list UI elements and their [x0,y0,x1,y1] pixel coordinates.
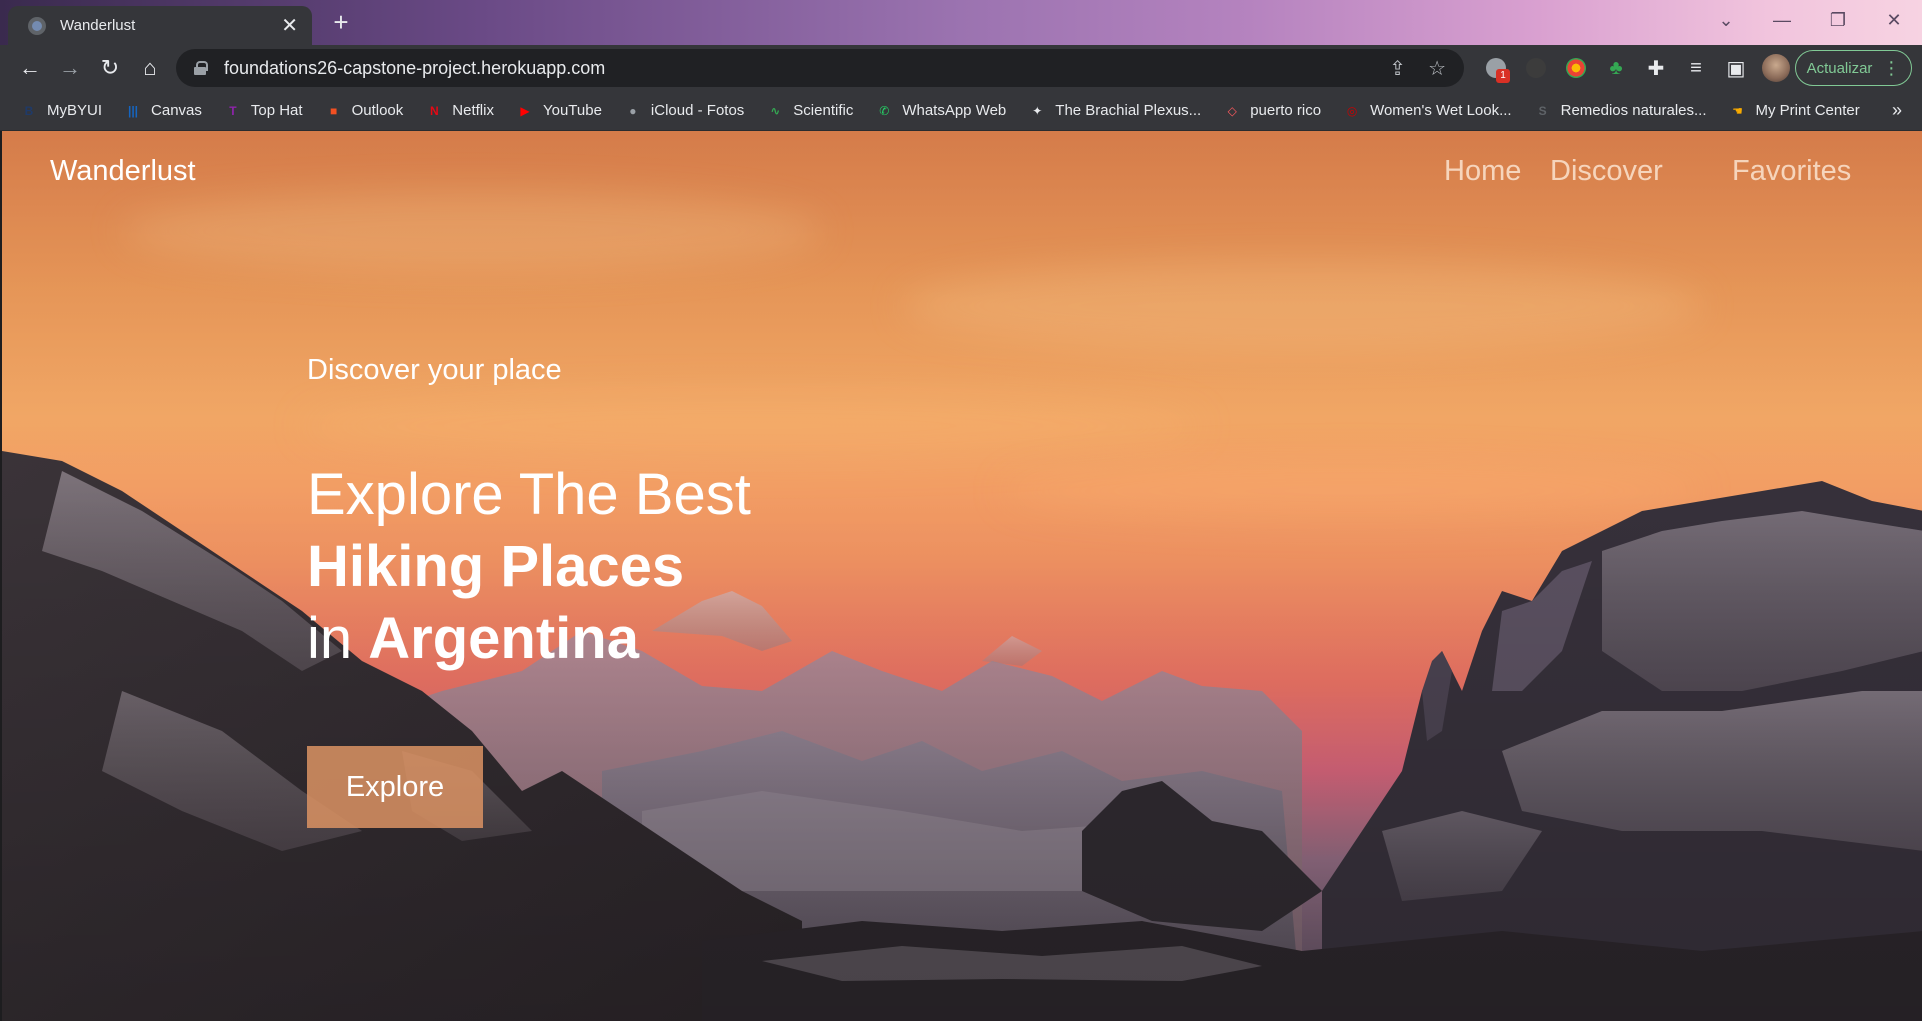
bookmark-item[interactable]: ● iCloud - Fotos [624,102,744,120]
bookmark-label: Canvas [151,102,202,119]
update-button[interactable]: Actualizar ⋮ [1795,50,1912,86]
tophat-icon: T [229,103,237,118]
bookmark-item[interactable]: N Netflix [425,102,494,120]
bookmark-label: YouTube [542,102,602,119]
nav-link-home[interactable]: Home [1444,155,1521,188]
home-button[interactable]: ⌂ [130,48,170,88]
close-tab-icon[interactable]: ✕ [281,16,298,36]
hero-subtitle: Discover your place [307,354,562,386]
bookmark-label: iCloud - Fotos [650,102,745,119]
bookmark-item[interactable]: ■ Outlook [325,102,404,120]
anatomy-icon: ✦ [1032,103,1043,118]
canvas-icon: ||| [127,103,139,118]
netflix-icon: N [429,103,439,118]
bookmark-item[interactable]: ◇ puerto rico [1223,102,1322,120]
extension-color-icon[interactable] [1556,51,1596,85]
bookmark-item[interactable]: ||| Canvas [124,102,202,120]
address-bar[interactable]: foundations26-capstone-project.herokuapp… [176,49,1464,87]
hero-title-country: Argentina [368,606,639,671]
scientific-icon: ∿ [770,103,781,118]
bookmark-label: Top Hat [250,102,303,119]
share-icon[interactable]: ⇪ [1389,56,1406,81]
extension-tree-icon[interactable]: ♣ [1596,51,1636,85]
bookmark-star-icon[interactable]: ☆ [1428,56,1446,81]
window-controls: ⌄ — ❐ ✕ [1698,0,1922,40]
side-panel-icon[interactable]: ▣ [1716,51,1756,85]
update-label: Actualizar [1806,59,1873,77]
tab-search-icon[interactable]: ⌄ [1698,0,1754,40]
hero-title-line-1: Explore The Best [307,462,751,527]
bookmarks-overflow-icon[interactable]: » [1892,100,1902,121]
image-overlay [2,131,1922,1021]
bookmark-label: My Print Center [1755,102,1860,119]
site-logo[interactable]: Wanderlust [50,155,196,188]
nav-link-discover[interactable]: Discover [1550,155,1663,188]
minimize-button[interactable]: — [1754,0,1810,40]
bookmark-item[interactable]: ✦ The Brachial Plexus... [1028,102,1201,120]
extension-badge: 1 [1496,69,1510,83]
reload-button[interactable]: ↻ [90,48,130,88]
hero-title-line-2: Hiking Places [307,534,685,599]
lock-icon[interactable] [194,61,208,75]
youtube-icon: ▶ [520,103,530,118]
explore-button[interactable]: Explore [307,746,483,828]
bookmark-item[interactable]: B MyBYUI [20,102,102,120]
byui-icon: B [24,103,34,118]
forward-button[interactable]: → [50,48,90,88]
bookmarks-bar: B MyBYUI ||| Canvas T Top Hat ■ Outlook N Netflix… [0,91,1922,131]
close-window-button[interactable]: ✕ [1866,0,1922,40]
bookmark-label: Remedios naturales... [1560,102,1707,119]
bookmark-item[interactable]: S Remedios naturales... [1534,102,1707,120]
tab-strip: Wanderlust ✕ + ⌄ — ❐ ✕ [0,0,1922,45]
browser-toolbar: ← → ↻ ⌂ foundations26-capstone-project.h… [0,45,1922,91]
bookmark-label: Outlook [351,102,404,119]
webpage-viewport: Wanderlust Home Discover Favorites Disco… [0,131,1922,1021]
extension-grammar-icon[interactable]: 1 [1476,51,1516,85]
bookmark-label: MyBYUI [47,102,103,119]
bookmark-label: Netflix [452,102,494,119]
bookmark-label: puerto rico [1250,102,1322,119]
extensions-puzzle-icon[interactable]: ✚ [1636,51,1676,85]
extension-icons: 1 ♣ ✚ ≡ ▣ [1476,51,1796,85]
bookmark-item[interactable]: ▶ YouTube [516,102,602,120]
bookmark-label: The Brachial Plexus... [1055,102,1202,119]
url-text[interactable]: foundations26-capstone-project.herokuapp… [224,58,1367,79]
globe-icon [28,16,46,35]
profile-avatar[interactable] [1756,51,1796,85]
extension-dark-icon[interactable] [1516,51,1556,85]
hero-title-prefix: in [307,606,369,671]
back-button[interactable]: ← [10,48,50,88]
hero-title-line-3: in Argentina [307,603,751,675]
bookmark-item[interactable]: ✆ WhatsApp Web [875,102,1006,120]
bookmark-item[interactable]: ◎ Women's Wet Look... [1343,102,1512,120]
apple-icon: ● [629,103,637,118]
new-tab-button[interactable]: + [326,9,356,35]
bookmark-item[interactable]: T Top Hat [224,102,303,120]
hand-icon: ☚ [1732,103,1743,118]
whatsapp-icon: ✆ [879,103,890,118]
menu-kebab-icon[interactable]: ⋮ [1882,58,1900,79]
nav-link-favorites[interactable]: Favorites [1732,155,1851,188]
bookmark-item[interactable]: ∿ Scientific [766,102,853,120]
microsoft-icon: ■ [329,103,338,118]
tab-title: Wanderlust [60,17,136,34]
bookmark-item[interactable]: ☚ My Print Center [1729,102,1860,120]
target-icon: ◎ [1346,103,1358,118]
media-queue-icon[interactable]: ≡ [1676,51,1716,85]
bookmark-label: WhatsApp Web [902,102,1007,119]
bookmark-label: Scientific [793,102,854,119]
browser-tab[interactable]: Wanderlust ✕ [8,6,312,45]
restore-button[interactable]: ❐ [1810,0,1866,40]
airbnb-icon: ◇ [1227,103,1237,118]
site-s-icon: S [1538,103,1547,118]
bookmark-label: Women's Wet Look... [1370,102,1512,119]
hero-title: Explore The Best Hiking Places in Argent… [307,459,751,675]
